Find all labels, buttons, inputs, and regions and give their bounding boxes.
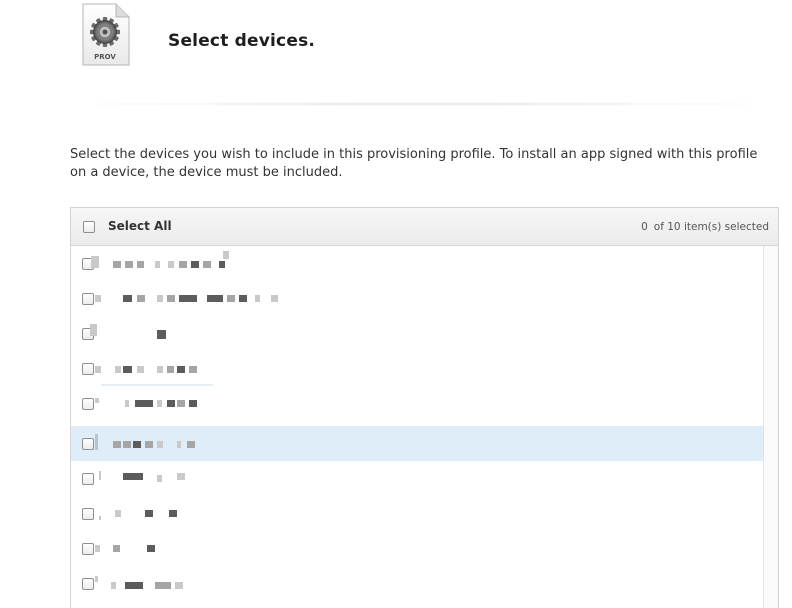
- prov-icon-label: PROV: [94, 53, 116, 61]
- select-all-checkbox[interactable]: [83, 221, 95, 233]
- device-checkbox[interactable]: [82, 363, 94, 375]
- device-row[interactable]: [71, 461, 764, 496]
- page-title: Select devices.: [168, 31, 316, 51]
- select-all-label[interactable]: Select All: [108, 219, 172, 233]
- device-checkbox[interactable]: [82, 473, 94, 485]
- device-checkbox[interactable]: [82, 508, 94, 520]
- device-list-scrollbar[interactable]: [763, 246, 778, 608]
- device-row[interactable]: [71, 496, 764, 531]
- device-row[interactable]: [71, 281, 764, 316]
- device-checkbox[interactable]: [82, 438, 94, 450]
- device-checkbox[interactable]: [82, 293, 94, 305]
- selection-count: 0 of 10 item(s) selected: [641, 221, 769, 233]
- device-row[interactable]: [71, 531, 764, 566]
- device-checkbox[interactable]: [82, 543, 94, 555]
- device-checkbox[interactable]: [82, 578, 94, 590]
- instructions-text: Select the devices you wish to include i…: [70, 147, 758, 180]
- device-list-panel: Select All 0 of 10 item(s) selected: [70, 207, 779, 608]
- selected-count-value: 0: [641, 221, 648, 233]
- device-row[interactable]: [71, 316, 764, 351]
- provisioning-profile-icon: PROV: [80, 1, 132, 67]
- selected-count-suffix: of 10 item(s) selected: [653, 221, 769, 233]
- device-row[interactable]: [71, 246, 764, 281]
- device-list-header: Select All 0 of 10 item(s) selected: [71, 208, 778, 246]
- header-divider: [70, 102, 772, 106]
- device-checkbox[interactable]: [82, 398, 94, 410]
- device-row-highlighted[interactable]: [71, 426, 764, 461]
- device-row[interactable]: [71, 384, 764, 421]
- page-header: PROV Select devices.: [76, 0, 776, 80]
- device-row[interactable]: [71, 351, 764, 386]
- device-row[interactable]: [71, 566, 764, 601]
